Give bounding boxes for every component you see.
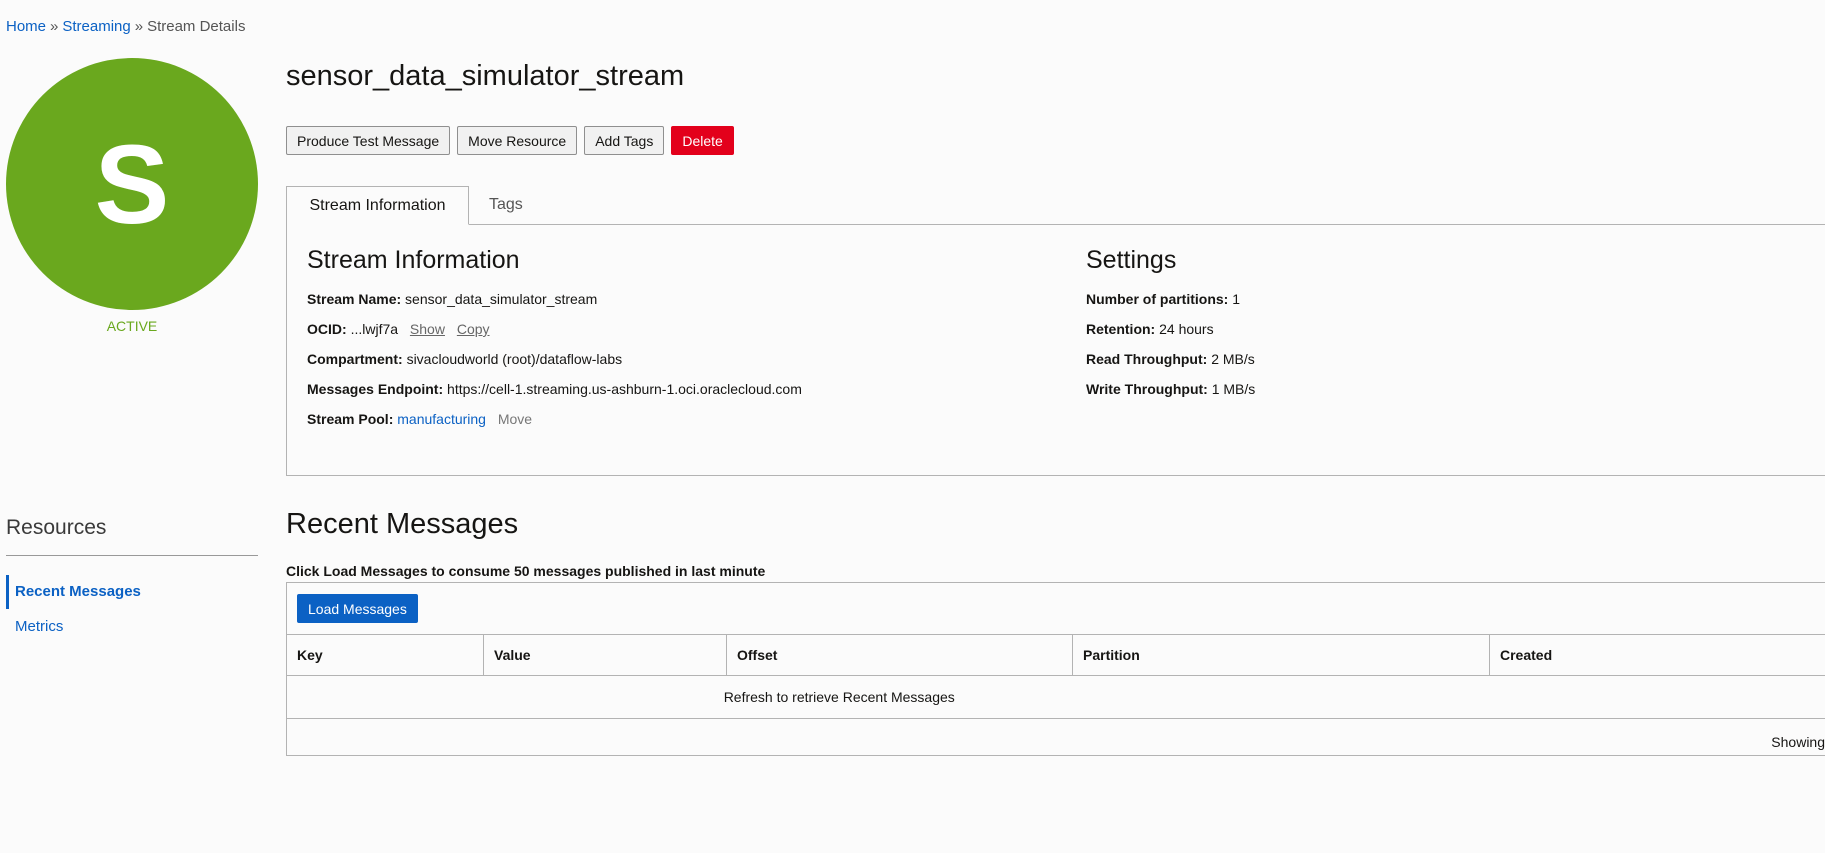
write-throughput-label: Write Throughput: xyxy=(1086,381,1208,397)
page-title: sensor_data_simulator_stream xyxy=(286,60,685,92)
action-toolbar: Produce Test Message Move Resource Add T… xyxy=(286,126,734,155)
resources-divider xyxy=(6,555,258,556)
read-throughput-value: 2 MB/s xyxy=(1211,351,1255,367)
stream-name-row: Stream Name: sensor_data_simulator_strea… xyxy=(307,291,597,307)
retention-value: 24 hours xyxy=(1159,321,1214,337)
column-header-offset[interactable]: Offset xyxy=(726,634,1073,676)
partitions-value: 1 xyxy=(1232,291,1241,307)
produce-test-message-button[interactable]: Produce Test Message xyxy=(286,126,451,155)
endpoint-row: Messages Endpoint: https://cell-1.stream… xyxy=(307,381,802,397)
sidebar-item-recent-messages[interactable]: Recent Messages xyxy=(6,575,261,609)
retention-label: Retention: xyxy=(1086,321,1156,337)
stream-details-page: Home» Streaming» Stream Details S ACTIVE R… xyxy=(0,0,1825,853)
ocid-show-link[interactable]: Show xyxy=(410,321,445,337)
stream-name-label: Stream Name: xyxy=(307,291,402,307)
add-tags-button[interactable]: Add Tags xyxy=(584,126,665,155)
column-header-value[interactable]: Value xyxy=(483,634,727,676)
breadcrumb-separator: » xyxy=(50,18,59,35)
avatar-letter: S xyxy=(94,121,170,247)
write-throughput-row: Write Throughput: 1 MB/s xyxy=(1086,381,1255,397)
resources-title: Resources xyxy=(6,516,107,539)
compartment-label: Compartment: xyxy=(307,351,403,367)
settings-heading: Settings xyxy=(1086,246,1177,274)
delete-button[interactable]: Delete xyxy=(671,126,734,155)
recent-messages-title: Recent Messages xyxy=(286,508,519,540)
endpoint-label: Messages Endpoint: xyxy=(307,381,444,397)
recent-messages-box: Load Messages Key Value Offset Partition… xyxy=(286,582,1825,756)
column-header-partition[interactable]: Partition xyxy=(1072,634,1490,676)
ocid-value: ...lwjf7a xyxy=(350,321,399,337)
detail-tabs: Stream Information Tags xyxy=(286,186,1825,225)
ocid-row: OCID: ...lwjf7a Show Copy xyxy=(307,321,490,337)
retention-row: Retention: 24 hours xyxy=(1086,321,1214,337)
stream-pool-label: Stream Pool: xyxy=(307,411,394,427)
tab-tags[interactable]: Tags xyxy=(489,186,523,224)
load-messages-button[interactable]: Load Messages xyxy=(297,594,418,623)
breadcrumb-home-link[interactable]: Home xyxy=(6,18,46,35)
breadcrumb-current: Stream Details xyxy=(147,18,246,35)
stream-info-panel: Stream Information Stream Name: sensor_d… xyxy=(286,224,1825,476)
compartment-row: Compartment: sivacloudworld (root)/dataf… xyxy=(307,351,622,367)
stream-avatar: S xyxy=(6,58,258,310)
ocid-label: OCID: xyxy=(307,321,347,337)
table-header-row: Key Value Offset Partition Created xyxy=(286,634,1825,676)
partitions-row: Number of partitions: 1 xyxy=(1086,291,1240,307)
read-throughput-row: Read Throughput: 2 MB/s xyxy=(1086,351,1255,367)
empty-table-message: Refresh to retrieve Recent Messages xyxy=(286,675,1825,719)
stream-pool-row: Stream Pool: manufacturing Move xyxy=(307,411,532,427)
compartment-value: sivacloudworld (root)/dataflow-labs xyxy=(406,351,623,367)
column-header-key[interactable]: Key xyxy=(286,634,484,676)
column-header-created[interactable]: Created xyxy=(1489,634,1825,676)
write-throughput-value: 1 MB/s xyxy=(1211,381,1256,397)
pagination-showing: Showing xyxy=(1771,734,1825,750)
recent-messages-hint: Click Load Messages to consume 50 messag… xyxy=(286,563,766,579)
tab-stream-information[interactable]: Stream Information xyxy=(286,186,469,225)
endpoint-value: https://cell-1.streaming.us-ashburn-1.oc… xyxy=(447,381,802,397)
move-resource-button[interactable]: Move Resource xyxy=(457,126,578,155)
breadcrumb: Home» Streaming» Stream Details xyxy=(6,18,245,35)
messages-table: Key Value Offset Partition Created Refre… xyxy=(286,634,1825,719)
breadcrumb-separator: » xyxy=(134,18,144,35)
table-row: Refresh to retrieve Recent Messages xyxy=(286,675,1825,719)
read-throughput-label: Read Throughput: xyxy=(1086,351,1208,367)
stream-name-value: sensor_data_simulator_stream xyxy=(405,291,598,307)
status-badge: ACTIVE xyxy=(106,318,158,334)
stream-pool-move-link[interactable]: Move xyxy=(498,411,532,427)
breadcrumb-streaming-link[interactable]: Streaming xyxy=(62,18,130,35)
partitions-label: Number of partitions: xyxy=(1086,291,1229,307)
sidebar-item-metrics[interactable]: Metrics xyxy=(6,618,261,635)
ocid-copy-link[interactable]: Copy xyxy=(457,321,490,337)
stream-pool-link[interactable]: manufacturing xyxy=(397,411,486,427)
stream-information-heading: Stream Information xyxy=(307,246,520,274)
